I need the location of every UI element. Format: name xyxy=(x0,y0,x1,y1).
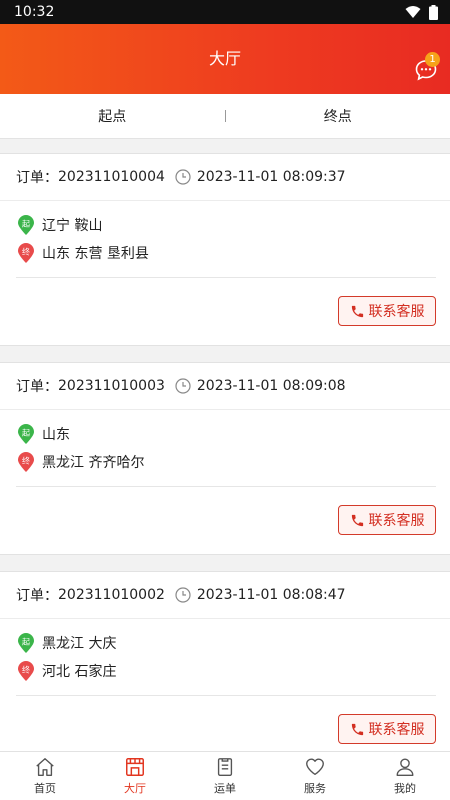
svg-text:终: 终 xyxy=(22,247,30,257)
start-pin-icon: 起 xyxy=(18,633,34,653)
order-label: 订单： xyxy=(16,170,58,186)
tab-service[interactable]: 服务 xyxy=(270,752,360,800)
route-start: 起 黑龙江 大庆 xyxy=(16,629,450,657)
route-from: 山东 xyxy=(42,427,70,443)
contact-service-label: 联系客服 xyxy=(368,304,425,320)
order-label: 订单： xyxy=(16,588,58,604)
route: 起 山东 终 黑龙江 齐齐哈尔 xyxy=(0,410,450,476)
battery-icon xyxy=(429,4,438,20)
hall-icon xyxy=(126,758,144,776)
order-card[interactable]: 订单： 202311010004 2023-11-01 08:09:37 起 辽… xyxy=(0,153,450,346)
route-end: 终 河北 石家庄 xyxy=(16,657,450,685)
status-icons xyxy=(405,4,438,20)
waybill-icon xyxy=(217,758,233,776)
clock-icon xyxy=(175,587,191,603)
order-number: 202311010002 xyxy=(58,587,165,603)
route-from: 辽宁 鞍山 xyxy=(42,218,103,234)
order-card[interactable]: 订单： 202311010002 2023-11-01 08:08:47 起 黑… xyxy=(0,571,450,764)
phone-icon xyxy=(351,305,363,317)
tab-label: 我的 xyxy=(394,782,416,795)
order-time: 2023-11-01 08:08:47 xyxy=(196,587,346,603)
route-to: 黑龙江 齐齐哈尔 xyxy=(42,455,145,471)
divider xyxy=(16,486,436,487)
heart-icon xyxy=(306,758,324,776)
home-icon xyxy=(36,758,54,776)
end-pin-icon: 终 xyxy=(18,243,34,263)
wifi-icon xyxy=(405,6,421,18)
order-number: 202311010003 xyxy=(58,378,165,394)
order-header: 订单： 202311010002 2023-11-01 08:08:47 xyxy=(0,572,450,619)
tab-label: 服务 xyxy=(304,782,326,795)
contact-service-button[interactable]: 联系客服 xyxy=(338,296,436,326)
route-start: 起 山东 xyxy=(16,420,450,448)
tab-mine[interactable]: 我的 xyxy=(360,752,450,800)
contact-service-label: 联系客服 xyxy=(368,513,425,529)
tab-label: 首页 xyxy=(34,782,56,795)
tab-waybill[interactable]: 运单 xyxy=(180,752,270,800)
start-pin-icon: 起 xyxy=(18,424,34,444)
clock-icon xyxy=(175,378,191,394)
contact-service-button[interactable]: 联系客服 xyxy=(338,714,436,744)
svg-text:终: 终 xyxy=(22,665,30,675)
route: 起 辽宁 鞍山 终 山东 东营 垦利县 xyxy=(0,201,450,267)
route-from: 黑龙江 大庆 xyxy=(42,636,117,652)
svg-text:终: 终 xyxy=(22,456,30,466)
start-pin-icon: 起 xyxy=(18,215,34,235)
app-header: 大厅 1 xyxy=(0,24,450,94)
status-bar: 10:32 xyxy=(0,0,450,24)
filter-start[interactable]: 起点 xyxy=(0,106,225,126)
order-header: 订单： 202311010004 2023-11-01 08:09:37 xyxy=(0,154,450,201)
end-pin-icon: 终 xyxy=(18,452,34,472)
route-end: 终 山东 东营 垦利县 xyxy=(16,239,450,267)
filter-end[interactable]: 终点 xyxy=(226,106,450,126)
bottom-tab-bar: 首页 大厅 运单 服务 我的 xyxy=(0,751,450,800)
filter-bar: 起点 终点 xyxy=(0,94,450,139)
route-to: 河北 石家庄 xyxy=(42,664,117,680)
order-card[interactable]: 订单： 202311010003 2023-11-01 08:09:08 起 山… xyxy=(0,362,450,555)
tab-label: 大厅 xyxy=(124,782,146,795)
user-icon xyxy=(396,758,414,776)
divider xyxy=(16,695,436,696)
route: 起 黑龙江 大庆 终 河北 石家庄 xyxy=(0,619,450,685)
order-header: 订单： 202311010003 2023-11-01 08:09:08 xyxy=(0,363,450,410)
svg-text:起: 起 xyxy=(22,638,30,647)
svg-text:起: 起 xyxy=(22,220,30,229)
order-number: 202311010004 xyxy=(58,169,165,185)
contact-service-label: 联系客服 xyxy=(368,722,425,738)
clock-icon xyxy=(175,169,191,185)
order-time: 2023-11-01 08:09:08 xyxy=(196,378,346,394)
tab-home[interactable]: 首页 xyxy=(0,752,90,800)
message-badge: 1 xyxy=(425,52,440,67)
phone-icon xyxy=(351,723,363,735)
status-time: 10:32 xyxy=(14,4,55,20)
order-time: 2023-11-01 08:09:37 xyxy=(196,169,346,185)
tab-hall[interactable]: 大厅 xyxy=(90,752,180,800)
end-pin-icon: 终 xyxy=(18,661,34,681)
divider xyxy=(16,277,436,278)
tab-label: 运单 xyxy=(214,782,236,795)
route-start: 起 辽宁 鞍山 xyxy=(16,211,450,239)
route-end: 终 黑龙江 齐齐哈尔 xyxy=(16,448,450,476)
contact-service-button[interactable]: 联系客服 xyxy=(338,505,436,535)
order-label: 订单： xyxy=(16,379,58,395)
route-to: 山东 东营 垦利县 xyxy=(42,246,149,262)
svg-text:起: 起 xyxy=(22,429,30,438)
page-title: 大厅 xyxy=(208,49,241,68)
phone-icon xyxy=(351,514,363,526)
